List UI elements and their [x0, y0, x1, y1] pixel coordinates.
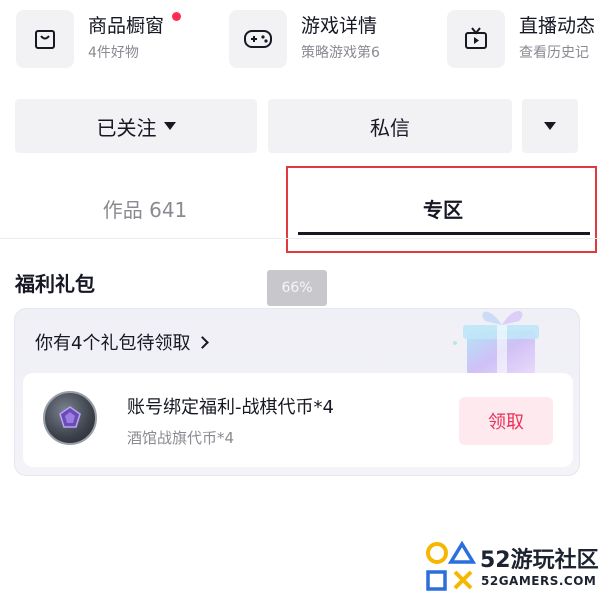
shortcut-subtitle: 查看历史记 [519, 45, 589, 61]
tv-icon [447, 10, 505, 68]
section-title: 福利礼包 [15, 272, 95, 296]
tab-works-label: 作品 641 [102, 197, 188, 222]
shortcut-game-details[interactable]: 游戏详情 策略游戏第6 [229, 8, 380, 70]
following-button[interactable]: 已关注 [15, 99, 257, 153]
gift-name: 账号绑定福利-战棋代币*4 [127, 397, 334, 418]
shortcut-subtitle: 策略游戏第6 [301, 45, 380, 61]
shortcut-subtitle: 4件好物 [88, 45, 139, 61]
notification-dot [172, 12, 181, 21]
message-button[interactable]: 私信 [268, 99, 512, 153]
chevron-right-icon [196, 335, 210, 349]
shortcut-title: 直播动态 [519, 15, 596, 37]
site-watermark: 52游玩社区 52GAMERS.COM [424, 540, 599, 596]
watermark-logo-icon [426, 540, 477, 591]
shortcut-live-updates[interactable]: 直播动态 查看历史记 [447, 8, 595, 70]
shopping-bag-icon [16, 10, 74, 68]
progress-badge: 66% [267, 270, 327, 306]
shortcut-title: 游戏详情 [301, 15, 378, 37]
claim-label: 领取 [488, 412, 524, 433]
gift-header-link[interactable]: 你有4个礼包待领取 [35, 329, 210, 355]
following-label: 已关注 [96, 115, 157, 140]
watermark-brand: 52游玩社区 [480, 548, 599, 573]
gift-card: 你有4个礼包待领取 账号绑定福利-战棋代币*4 酒馆战旗代币*4 领取 [14, 308, 580, 476]
gift-item: 账号绑定福利-战棋代币*4 酒馆战旗代币*4 领取 [23, 373, 573, 467]
caret-down-icon [163, 122, 176, 130]
tab-divider [0, 238, 600, 239]
caret-down-icon [544, 122, 556, 130]
message-label: 私信 [370, 115, 410, 140]
gift-box-icon [453, 310, 539, 375]
watermark-url: 52GAMERS.COM [481, 574, 597, 588]
gamepad-icon [229, 10, 287, 68]
shortcut-row: 商品橱窗 4件好物 游戏详情 策略游戏第6 直播动态 查看历史记 [0, 0, 600, 80]
more-dropdown-button[interactable] [522, 99, 578, 153]
game-token-icon [43, 391, 97, 445]
annotation-highlight-box [286, 166, 597, 253]
gift-header-label: 你有4个礼包待领取 [35, 333, 191, 354]
shortcut-product-showcase[interactable]: 商品橱窗 4件好物 [16, 8, 181, 70]
shortcut-title: 商品橱窗 [88, 15, 165, 37]
gift-description: 酒馆战旗代币*4 [127, 429, 235, 447]
claim-button[interactable]: 领取 [459, 397, 553, 445]
tab-works[interactable]: 作品 641 [20, 178, 270, 238]
